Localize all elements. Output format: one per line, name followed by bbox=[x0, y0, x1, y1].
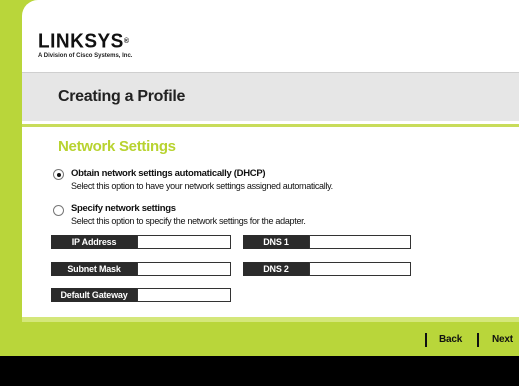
specify-option-description: Select this option to specify the networ… bbox=[71, 216, 306, 226]
nav-separator bbox=[477, 333, 479, 347]
subnet-mask-input[interactable] bbox=[137, 262, 231, 276]
wizard-window: LINKSYS® A Division of Cisco Systems, In… bbox=[22, 0, 519, 386]
specify-option-label[interactable]: Specify network settings bbox=[71, 203, 176, 214]
logo-tagline: A Division of Cisco Systems, Inc. bbox=[38, 53, 133, 59]
subnet-mask-label: Subnet Mask bbox=[51, 262, 137, 276]
dns1-label: DNS 1 bbox=[243, 235, 309, 249]
bottom-bar bbox=[0, 356, 519, 386]
specify-radio[interactable] bbox=[53, 205, 64, 216]
dhcp-radio[interactable] bbox=[53, 169, 64, 180]
nav-separator bbox=[425, 333, 427, 347]
next-button[interactable]: Next bbox=[492, 334, 513, 345]
ip-address-label: IP Address bbox=[51, 235, 137, 249]
default-gateway-label: Default Gateway bbox=[51, 288, 137, 302]
back-button[interactable]: Back bbox=[439, 334, 462, 345]
default-gateway-input[interactable] bbox=[137, 288, 231, 302]
page-title: Creating a Profile bbox=[58, 88, 186, 105]
logo-wordmark: LINKSYS® bbox=[38, 30, 130, 53]
ip-address-input[interactable] bbox=[137, 235, 231, 249]
dhcp-option-label[interactable]: Obtain network settings automatically (D… bbox=[71, 168, 266, 179]
dhcp-option-description: Select this option to have your network … bbox=[71, 181, 333, 191]
section-title: Network Settings bbox=[58, 138, 176, 155]
linksys-logo: LINKSYS® A Division of Cisco Systems, In… bbox=[38, 32, 132, 59]
dns2-input[interactable] bbox=[309, 262, 411, 276]
dns2-label: DNS 2 bbox=[243, 262, 309, 276]
dns1-input[interactable] bbox=[309, 235, 411, 249]
header-divider bbox=[22, 124, 519, 127]
